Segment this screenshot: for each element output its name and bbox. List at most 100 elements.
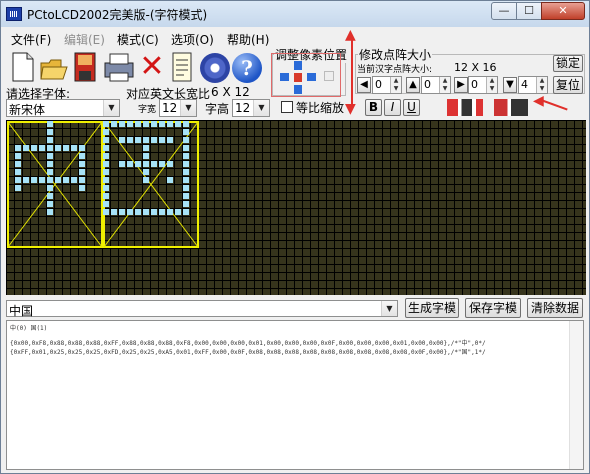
lit-pixel xyxy=(135,121,141,127)
shift-up-icon[interactable] xyxy=(294,61,302,70)
caption-buttons: — ☐ ✕ xyxy=(491,2,585,20)
rotate-icon[interactable] xyxy=(494,99,528,116)
italic-button[interactable]: I xyxy=(384,99,401,116)
lit-pixel xyxy=(127,161,133,167)
maximize-button[interactable]: ☐ xyxy=(516,2,542,20)
lit-pixel xyxy=(183,161,189,167)
output-header: 中(0) 国(1) xyxy=(10,325,48,332)
text-input-combobox[interactable]: 中国 ▼ xyxy=(6,300,398,318)
open-folder-icon[interactable] xyxy=(39,51,68,83)
save-button[interactable]: 保存字模 xyxy=(465,298,521,318)
shift-down-icon[interactable] xyxy=(294,85,302,94)
lit-pixel xyxy=(119,209,125,215)
cell-diagonals xyxy=(7,121,199,248)
lit-pixel xyxy=(103,169,109,175)
lit-pixel xyxy=(183,145,189,151)
dot-size-title: 修改点阵大小 xyxy=(358,46,433,63)
lit-pixel xyxy=(143,121,149,127)
width-spinner[interactable]: 0 ▲ ▼ xyxy=(372,76,402,94)
menu-mode[interactable]: 模式(C) xyxy=(117,31,159,48)
height-inc-spinner[interactable]: 4 ▲ ▼ xyxy=(518,76,548,94)
lit-pixel xyxy=(47,209,53,215)
lit-pixel xyxy=(47,161,53,167)
minimize-button[interactable]: — xyxy=(491,2,517,20)
print-icon[interactable] xyxy=(101,51,137,83)
height-inc-icon[interactable]: ▼ xyxy=(503,77,517,93)
lit-pixel xyxy=(143,209,149,215)
proportional-checkbox[interactable] xyxy=(281,101,293,113)
lit-pixel xyxy=(143,137,149,143)
bold-button[interactable]: B xyxy=(365,99,382,116)
close-button[interactable]: ✕ xyxy=(541,2,585,20)
lit-pixel xyxy=(135,161,141,167)
lit-pixel xyxy=(151,209,157,215)
height-dec-icon[interactable]: ▲ xyxy=(406,77,420,93)
menu-file[interactable]: 文件(F) xyxy=(11,31,51,48)
menu-edit[interactable]: 编辑(E) xyxy=(64,31,105,48)
lit-pixel xyxy=(15,185,21,191)
vertical-scrollbar[interactable] xyxy=(569,321,583,469)
underline-button[interactable]: U xyxy=(403,99,420,116)
height-label: 字高 xyxy=(205,102,230,116)
lit-pixel xyxy=(55,177,61,183)
shift-right-icon[interactable] xyxy=(307,73,316,81)
new-file-icon[interactable] xyxy=(9,51,37,83)
width-inc-spinner[interactable]: 0 ▲ ▼ xyxy=(468,76,498,94)
lit-pixel xyxy=(143,145,149,151)
lit-pixel xyxy=(143,177,149,183)
height-combobox[interactable]: 12 ▼ xyxy=(232,99,270,117)
save-disk-icon[interactable] xyxy=(73,51,101,83)
lit-pixel xyxy=(47,137,53,143)
title-bar[interactable]: PCtoLCD2002完美版-(字符模式) — ☐ ✕ xyxy=(1,1,589,27)
lock-button[interactable]: 锁定 xyxy=(553,55,583,72)
lit-pixel xyxy=(47,185,53,191)
height-spinner[interactable]: 0 ▲ ▼ xyxy=(421,76,451,94)
help-icon[interactable]: ? xyxy=(232,53,262,83)
width-dec-icon[interactable]: ◀ xyxy=(357,77,371,93)
lit-pixel xyxy=(47,145,53,151)
lit-pixel xyxy=(183,153,189,159)
delete-x-icon[interactable]: ✕ xyxy=(139,51,165,83)
lit-pixel xyxy=(103,121,109,127)
lit-pixel xyxy=(183,185,189,191)
lit-pixel xyxy=(103,145,109,151)
lit-pixel xyxy=(39,177,45,183)
lit-pixel xyxy=(183,169,189,175)
width-inc-icon[interactable]: ▶ xyxy=(454,77,468,93)
lit-pixel xyxy=(143,169,149,175)
lit-pixel xyxy=(79,145,85,151)
lit-pixel xyxy=(23,177,29,183)
arrow-shaft-line xyxy=(540,99,568,111)
lit-pixel xyxy=(119,137,125,143)
mirror-icon[interactable] xyxy=(447,99,483,116)
lit-pixel xyxy=(119,161,125,167)
lit-pixel xyxy=(143,161,149,167)
lit-pixel xyxy=(159,161,165,167)
center-icon[interactable] xyxy=(294,73,302,82)
lit-pixel xyxy=(111,209,117,215)
shift-left-icon[interactable] xyxy=(280,73,289,81)
lit-pixel xyxy=(167,209,173,215)
lit-pixel xyxy=(15,145,21,151)
output-textarea[interactable]: 中(0) 国(1) {0x00,0xF8,0x88,0x88,0x88,0xFF… xyxy=(6,320,584,470)
lit-pixel xyxy=(167,177,173,183)
lit-pixel xyxy=(175,209,181,215)
lit-pixel xyxy=(15,161,21,167)
reset-button[interactable]: 复位 xyxy=(553,76,583,94)
current-size-label: 当前汉字点阵大小: xyxy=(357,65,433,75)
document-icon[interactable] xyxy=(169,51,197,83)
lit-pixel xyxy=(183,129,189,135)
font-combobox[interactable]: 新宋体 ▼ xyxy=(6,99,120,117)
width-combobox[interactable]: 12 ▼ xyxy=(159,99,197,117)
menu-help[interactable]: 帮助(H) xyxy=(227,31,269,48)
settings-gear-icon[interactable] xyxy=(200,53,230,83)
lit-pixel xyxy=(127,209,133,215)
clear-button[interactable]: 清除数据 xyxy=(527,298,583,318)
lit-pixel xyxy=(103,153,109,159)
menu-options[interactable]: 选项(O) xyxy=(171,31,214,48)
generate-button[interactable]: 生成字模 xyxy=(405,298,459,318)
lit-pixel xyxy=(143,153,149,159)
pixel-grid-canvas[interactable] xyxy=(6,120,586,295)
lit-pixel xyxy=(167,161,173,167)
reset-position-icon[interactable] xyxy=(324,71,334,81)
